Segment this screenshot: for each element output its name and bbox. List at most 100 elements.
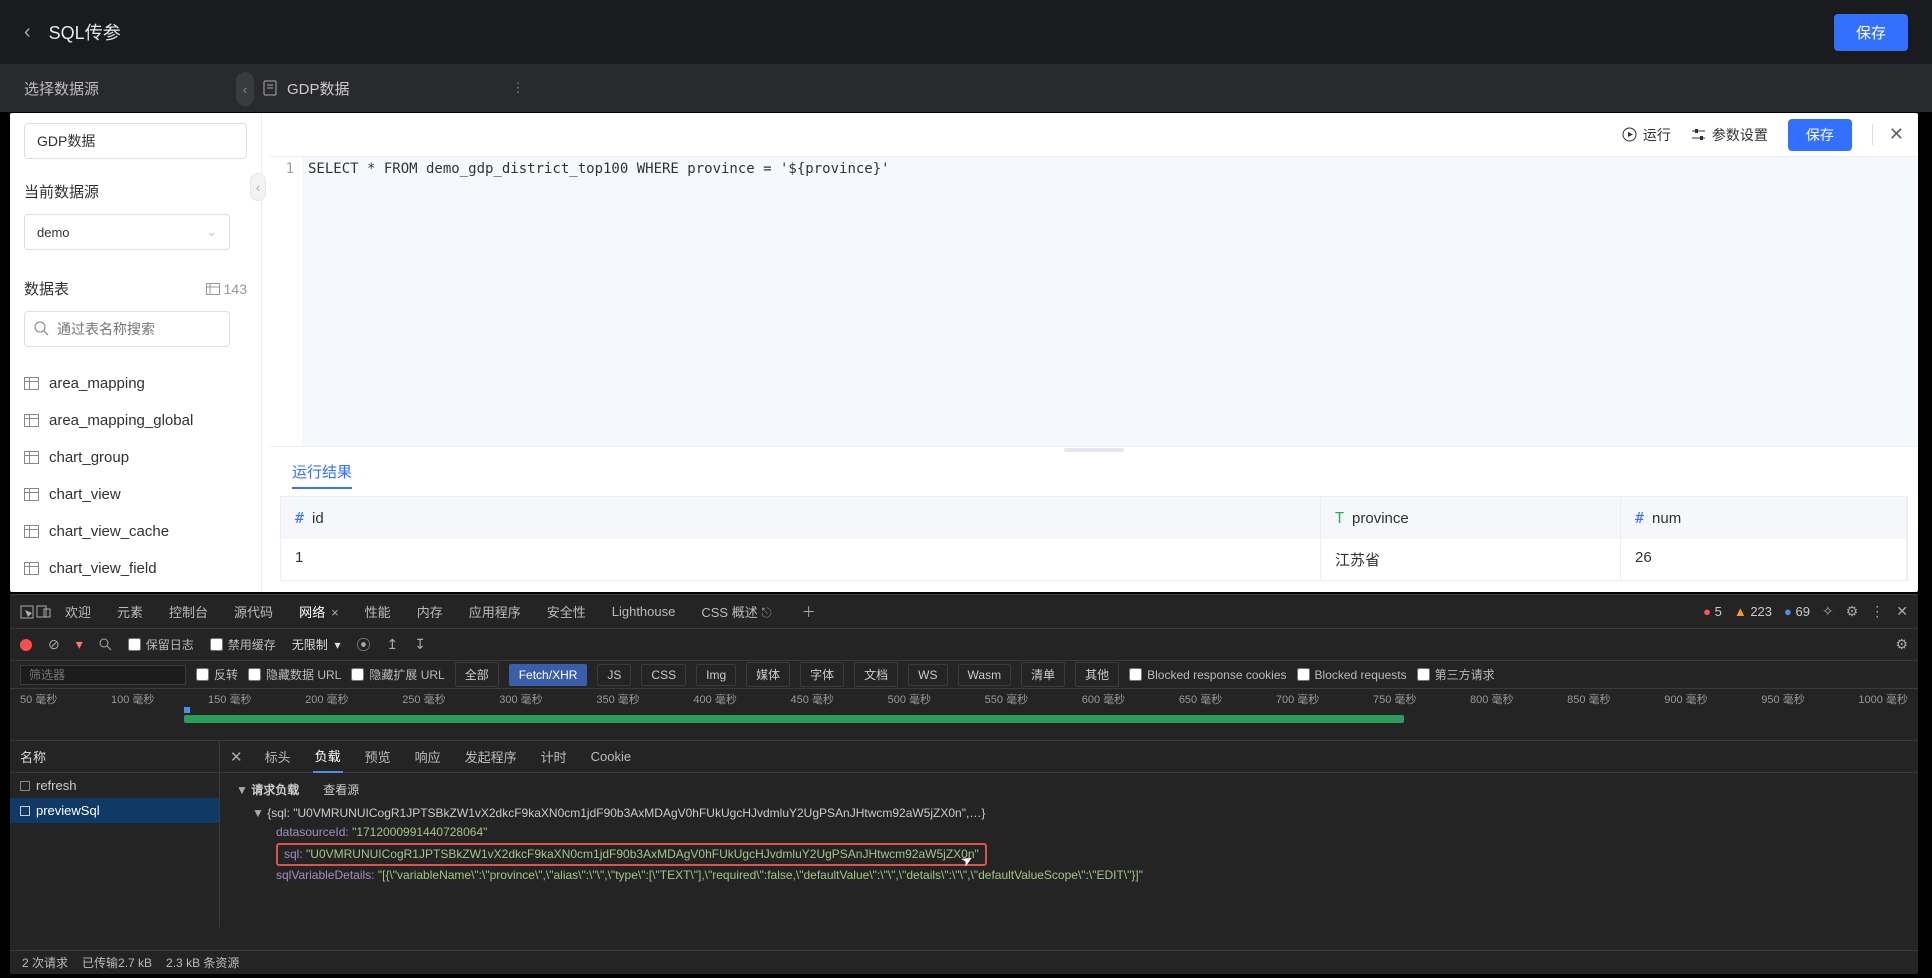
sidebar-collapse-icon[interactable]: ‹ [250,173,266,201]
tab-cookies[interactable]: Cookie [589,743,633,770]
record-icon[interactable] [20,639,32,651]
tab-more-icon[interactable]: ⋮ [512,80,525,96]
request-row-selected[interactable]: previewSql [10,798,219,823]
request-status-icon [20,781,30,791]
warn-count[interactable]: ▲ 223 [1734,604,1772,619]
names-column-header[interactable]: 名称 [10,741,219,773]
editor-area: 运行 参数设置 保存 ✕ 1 SELECT * FROM demo_gdp_di… [270,113,1918,592]
tab-css-overview[interactable]: CSS 概述 ⎋ [689,594,783,629]
filter-manifest[interactable]: 清单 [1021,662,1065,687]
tab-console[interactable]: 控制台 [157,594,220,629]
filter-media[interactable]: 媒体 [746,662,790,687]
disable-cache-checkbox[interactable]: 禁用缓存 [210,636,276,653]
hide-data-url-checkbox[interactable]: 隐藏数据 URL [248,666,341,683]
download-icon[interactable]: ↧ [414,636,426,653]
tab-headers[interactable]: 标头 [263,741,293,772]
hide-ext-url-checkbox[interactable]: 隐藏扩展 URL [351,666,444,683]
tab-performance[interactable]: 性能 [353,594,403,629]
dataset-name-input[interactable] [24,123,247,159]
timeline[interactable]: 50 毫秒100 毫秒150 毫秒200 毫秒250 毫秒300 毫秒350 毫… [10,689,1918,741]
tab-sources[interactable]: 源代码 [222,594,285,629]
filter-ws[interactable]: WS [908,664,947,686]
request-row[interactable]: refresh [10,773,219,798]
tab-memory[interactable]: 内存 [405,594,455,629]
payload-root[interactable]: ▼ {sql: "U0VMRUNUICogR1JPTSBkZW1vX2dkcF9… [236,804,1902,823]
gear-icon[interactable]: ⚙ [1895,636,1908,653]
upload-icon[interactable]: ↥ [387,636,399,653]
tab-payload[interactable]: 负载 [313,740,343,773]
tab-elements[interactable]: 元素 [105,594,155,629]
tab-security[interactable]: 安全性 [535,594,598,629]
blocked-cookies-checkbox[interactable]: Blocked response cookies [1129,668,1286,682]
tab-response[interactable]: 响应 [413,741,443,772]
close-devtools-icon[interactable]: ✕ [1896,603,1908,620]
filter-css[interactable]: CSS [641,664,686,686]
result-tab[interactable]: 运行结果 [270,453,1918,490]
table-item[interactable]: chart_view [24,476,247,513]
filter-other[interactable]: 其他 [1075,662,1119,687]
filter-wasm[interactable]: Wasm [958,664,1012,686]
app-header: ‹ SQL传参 保存 [0,0,1932,64]
table-item[interactable]: area_mapping_global [24,402,247,439]
filter-all[interactable]: 全部 [455,662,499,687]
close-icon[interactable]: ✕ [1872,124,1904,145]
info-count[interactable]: ● 69 [1784,604,1810,619]
add-tab-icon[interactable]: ＋ [802,602,816,622]
tab-timing[interactable]: 计时 [539,741,569,772]
sql-editor[interactable]: 1 SELECT * FROM demo_gdp_district_top100… [270,157,1918,447]
wifi-icon[interactable]: ⦿ [357,635,371,655]
throttle-select[interactable]: 无限制 ▾ [292,636,341,653]
save-button-top[interactable]: 保存 [1834,14,1908,51]
error-count[interactable]: ● 5 [1703,604,1722,619]
tab-network[interactable]: 网络× [287,594,351,629]
tab-lighthouse[interactable]: Lighthouse [600,596,688,627]
payload-sql-highlighted[interactable]: sql: "U0VMRUNUICogR1JPTSBkZW1vX2dkcF9kaX… [276,843,987,866]
more-icon[interactable]: ⋮ [1870,603,1884,620]
keep-log-checkbox[interactable]: 保留日志 [128,636,194,653]
column-header-num[interactable]: #num [1621,497,1907,539]
tab-initiator[interactable]: 发起程序 [463,741,519,772]
table-item[interactable]: chart_view_field [24,550,247,587]
tab-welcome[interactable]: 欢迎 [53,594,103,629]
gear-icon[interactable]: ⚙ [1846,603,1859,620]
sql-code[interactable]: SELECT * FROM demo_gdp_district_top100 W… [302,157,1918,446]
params-button[interactable]: 参数设置 [1691,125,1768,145]
search-icon[interactable] [99,638,112,651]
close-detail-icon[interactable]: ✕ [230,748,243,766]
invert-checkbox[interactable]: 反转 [196,666,238,683]
search-icon [34,321,49,336]
save-button[interactable]: 保存 [1788,119,1852,151]
run-button[interactable]: 运行 [1622,125,1671,145]
device-icon[interactable] [36,605,51,618]
blocked-requests-checkbox[interactable]: Blocked requests [1297,668,1407,682]
table-item[interactable]: chart_view_cache [24,513,247,550]
close-icon[interactable]: × [331,605,339,620]
table-item[interactable]: chart_group [24,439,247,476]
filter-img[interactable]: Img [696,664,736,686]
view-source-link[interactable]: 查看源 [323,781,359,800]
third-party-checkbox[interactable]: 第三方请求 [1417,666,1495,683]
filter-toggle-icon[interactable]: ▾ [76,636,83,653]
payload-datasource-id: datasourceId: "1712000991440728064" [236,823,1902,842]
filter-font[interactable]: 字体 [800,662,844,687]
column-header-province[interactable]: Tprovince [1321,497,1621,539]
filter-fetch[interactable]: Fetch/XHR [509,664,588,686]
table-item[interactable]: area_mapping [24,365,247,402]
tab-preview[interactable]: 预览 [363,741,393,772]
inspect-icon[interactable] [20,605,34,619]
document-tab[interactable]: GDP数据 [249,70,364,107]
filter-bar: 反转 隐藏数据 URL 隐藏扩展 URL 全部 Fetch/XHR JS CSS… [10,661,1918,689]
filter-input[interactable] [20,665,186,685]
table-search-input[interactable] [24,311,230,347]
payload-section-label[interactable]: ▼ 请求负载 [236,781,299,800]
filter-doc[interactable]: 文档 [854,662,898,687]
back-icon[interactable]: ‹ [24,21,31,44]
clear-icon[interactable]: ⊘ [48,636,60,653]
table-icon [24,377,39,390]
collapse-left-icon[interactable]: ‹ [236,72,254,106]
datasource-select[interactable]: demo ⌄ [24,214,230,250]
filter-js[interactable]: JS [597,664,631,686]
tab-application[interactable]: 应用程序 [457,594,533,629]
column-header-id[interactable]: #id [281,497,1321,539]
ai-icon[interactable]: ✧ [1822,603,1834,620]
